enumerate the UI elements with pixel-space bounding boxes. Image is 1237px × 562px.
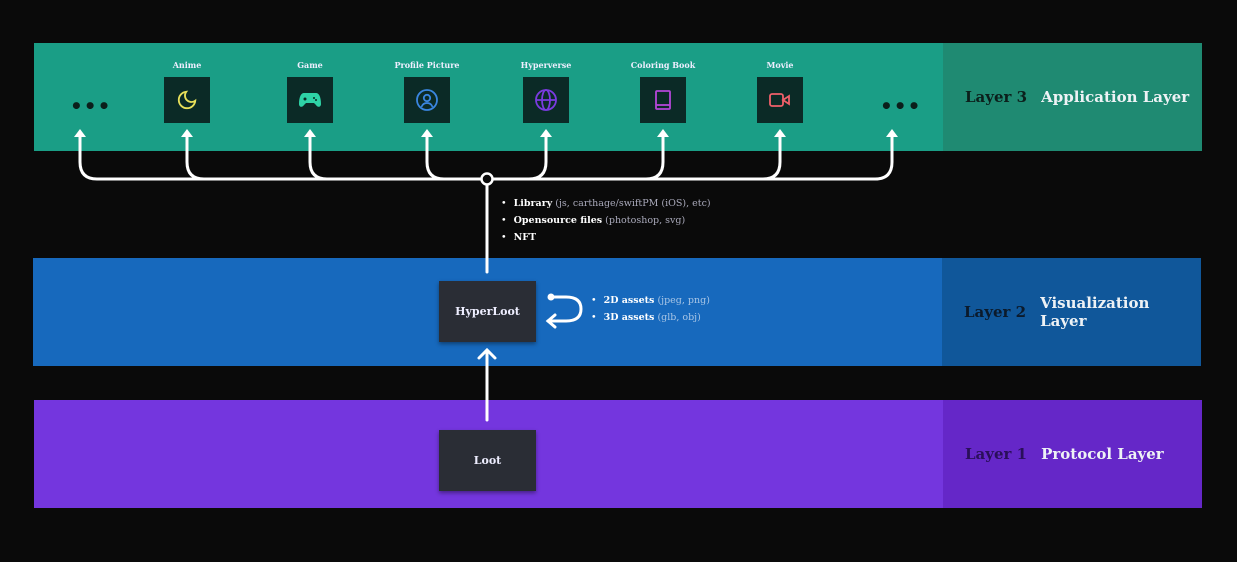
hyperloot-node: HyperLoot [439, 281, 536, 342]
item-detail: (photoshop, svg) [605, 215, 686, 226]
junction-node [480, 172, 494, 186]
distribution-list: Library (js, carthage/swiftPM (iOS), etc… [501, 198, 711, 249]
asset-item: 3D assets (glb, obj) [591, 312, 710, 323]
distribution-item: Library (js, carthage/swiftPM (iOS), etc… [501, 198, 711, 209]
distribution-item: NFT [501, 232, 711, 243]
item-title: 3D assets [603, 312, 655, 323]
loot-node: Loot [439, 430, 536, 491]
item-detail: (js, carthage/swiftPM (iOS), etc) [555, 198, 711, 209]
item-detail: (glb, obj) [657, 312, 701, 323]
item-title: 2D assets [603, 295, 655, 306]
distribution-item: Opensource files (photoshop, svg) [501, 215, 711, 226]
item-title: Opensource files [513, 215, 603, 226]
asset-item: 2D assets (jpeg, png) [591, 295, 710, 306]
item-detail: (jpeg, png) [657, 295, 710, 306]
asset-list: 2D assets (jpeg, png) 3D assets (glb, ob… [591, 295, 710, 329]
connector-lines [74, 129, 898, 422]
item-title: NFT [513, 232, 537, 243]
item-title: Library [513, 198, 553, 209]
